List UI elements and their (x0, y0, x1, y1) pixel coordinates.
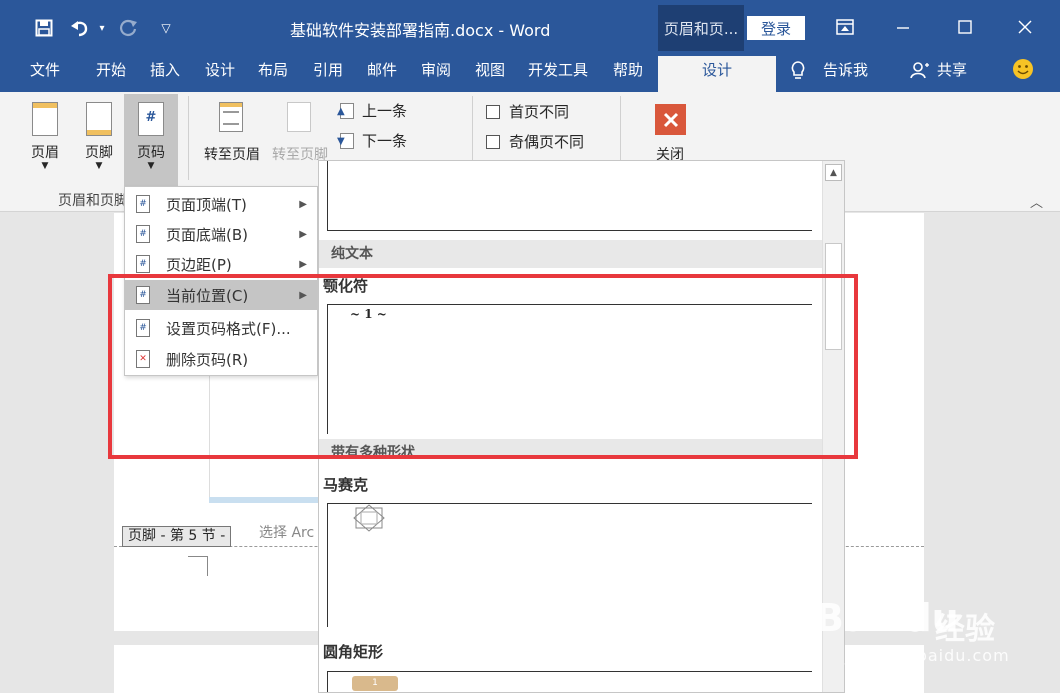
ribbon-display-icon[interactable] (830, 12, 860, 42)
goto-header-label: 转至页眉 (204, 147, 260, 163)
title-bar: ▾ ▽ 基础软件安装部署指南.docx - Word 页眉和页... 登录 (0, 0, 1060, 56)
undo-icon[interactable] (66, 14, 94, 42)
goto-header-button[interactable]: 转至页眉 (200, 98, 264, 168)
group-separator (472, 96, 473, 160)
tab-file[interactable]: 文件 (30, 56, 60, 92)
tab-developer[interactable]: 开发工具 (528, 56, 588, 92)
odd-even-different-label: 奇偶页不同 (509, 133, 585, 151)
odd-even-different-checkbox[interactable]: 奇偶页不同 (486, 131, 584, 152)
page-margins-icon: # (136, 255, 150, 273)
submenu-arrow-icon: ▶ (299, 198, 307, 210)
close-header-footer-button[interactable]: 关闭 (646, 102, 694, 168)
page-number-dropdown-icon: ▼ (147, 161, 155, 171)
page-number-button[interactable]: # 页码 ▼ (124, 94, 178, 186)
previous-icon: ▲ (337, 102, 354, 119)
footer-hint-text: 选择 Arc (259, 525, 315, 541)
context-tab-header-footer: 页眉和页... (658, 5, 744, 51)
gallery-category-plain-text: 纯文本 (319, 240, 824, 268)
maximize-icon[interactable] (950, 12, 980, 42)
scroll-up-icon[interactable]: ▲ (825, 164, 842, 181)
first-page-different-checkbox[interactable]: 首页不同 (486, 101, 569, 122)
gallery-item-mosaic-preview[interactable] (327, 503, 812, 627)
watermark-bai: Bai (815, 596, 883, 640)
share-label: 共享 (937, 61, 968, 79)
header-label: 页眉 (31, 145, 59, 161)
group-separator (620, 96, 621, 160)
next-icon: ▼ (337, 132, 354, 149)
submenu-arrow-icon: ▶ (299, 258, 307, 270)
previous-label: 上一条 (362, 102, 408, 120)
menu-item-label: 页面顶端(T) (166, 195, 247, 214)
group-separator (188, 96, 189, 180)
next-button[interactable]: ▼ 下一条 (337, 130, 408, 151)
close-x-icon (655, 104, 686, 135)
menu-item-label: 页边距(P) (166, 255, 232, 274)
watermark-url: jingyan.baidu.com (845, 646, 1010, 665)
watermark-suffix: 经验 (935, 612, 995, 647)
mosaic-shape-icon (353, 504, 385, 532)
save-icon[interactable] (30, 14, 58, 42)
group-label-header-footer: 页眉和页脚 (58, 193, 128, 209)
tab-review[interactable]: 审阅 (421, 56, 451, 92)
margin-corner-mark (188, 556, 208, 576)
footer-dropdown-icon: ▼ (95, 161, 103, 171)
checkbox-box (486, 104, 500, 119)
next-label: 下一条 (362, 132, 408, 150)
header-dropdown-icon: ▼ (41, 161, 49, 171)
collapse-ribbon-icon[interactable]: ︿ (1030, 192, 1043, 211)
tab-mailings[interactable]: 邮件 (367, 56, 397, 92)
tab-header-footer-design[interactable]: 设计 (658, 56, 776, 92)
previous-button[interactable]: ▲ 上一条 (337, 100, 408, 121)
rounded-rect-sample: 1 (352, 676, 398, 691)
gallery-item-name-rounded-rect: 圆角矩形 (323, 643, 384, 661)
ribbon-tabs: 文件 开始 插入 设计 布局 引用 邮件 审阅 视图 开发工具 帮助 设计 告诉… (0, 56, 1060, 92)
close-icon[interactable] (1010, 12, 1040, 42)
redo-icon (115, 14, 141, 42)
menu-item-bottom-of-page[interactable]: # 页面底端(B) ▶ (125, 219, 317, 249)
checkbox-box (486, 134, 500, 149)
gallery-divider (319, 459, 822, 469)
smiley-icon[interactable] (1012, 58, 1034, 80)
goto-footer-icon (287, 102, 311, 132)
person-icon (910, 62, 929, 79)
tell-me-box[interactable]: 告诉我 (790, 56, 868, 84)
undo-dropdown-icon[interactable]: ▾ (96, 14, 108, 42)
tab-home[interactable]: 开始 (96, 56, 126, 92)
page-top-icon: # (136, 195, 150, 213)
minimize-icon[interactable] (888, 12, 918, 42)
menu-item-label: 页面底端(B) (166, 225, 248, 244)
lightbulb-icon (791, 61, 805, 79)
gallery-item-name-mosaic: 马赛克 (323, 476, 369, 494)
page-bottom-icon: # (136, 225, 150, 243)
page-number-label: 页码 (137, 145, 165, 161)
goto-footer-button: 转至页脚 (268, 98, 332, 168)
tab-insert[interactable]: 插入 (150, 56, 180, 92)
menu-item-top-of-page[interactable]: # 页面顶端(T) ▶ (125, 189, 317, 219)
footer-label: 页脚 (85, 145, 113, 161)
tab-help[interactable]: 帮助 (613, 56, 643, 92)
header-doc-icon (32, 102, 58, 136)
gallery-item-previous-preview[interactable] (327, 161, 812, 231)
page-number-doc-icon: # (138, 102, 164, 136)
first-page-different-label: 首页不同 (509, 103, 570, 121)
footer-doc-icon (86, 102, 112, 136)
goto-header-icon (219, 102, 243, 132)
header-button[interactable]: 页眉 ▼ (24, 98, 66, 182)
tab-layout[interactable]: 布局 (258, 56, 288, 92)
footer-button[interactable]: 页脚 ▼ (78, 98, 120, 182)
tab-references[interactable]: 引用 (313, 56, 343, 92)
tab-view[interactable]: 视图 (475, 56, 505, 92)
paw-icon: ❀ (882, 608, 905, 638)
window-title: 基础软件安装部署指南.docx - Word (290, 21, 551, 40)
tell-me-label: 告诉我 (823, 61, 869, 79)
image-strip (209, 497, 319, 503)
submenu-arrow-icon: ▶ (299, 228, 307, 240)
gallery-item-rounded-rect-preview[interactable]: 1 (327, 671, 812, 692)
tab-design[interactable]: 设计 (205, 56, 235, 92)
footer-section-tag: 页脚 - 第 5 节 - (122, 526, 232, 547)
customize-icon[interactable]: ▽ (156, 14, 176, 42)
highlight-box (108, 274, 858, 459)
login-button[interactable]: 登录 (747, 16, 805, 40)
share-button[interactable]: 共享 (910, 56, 967, 84)
